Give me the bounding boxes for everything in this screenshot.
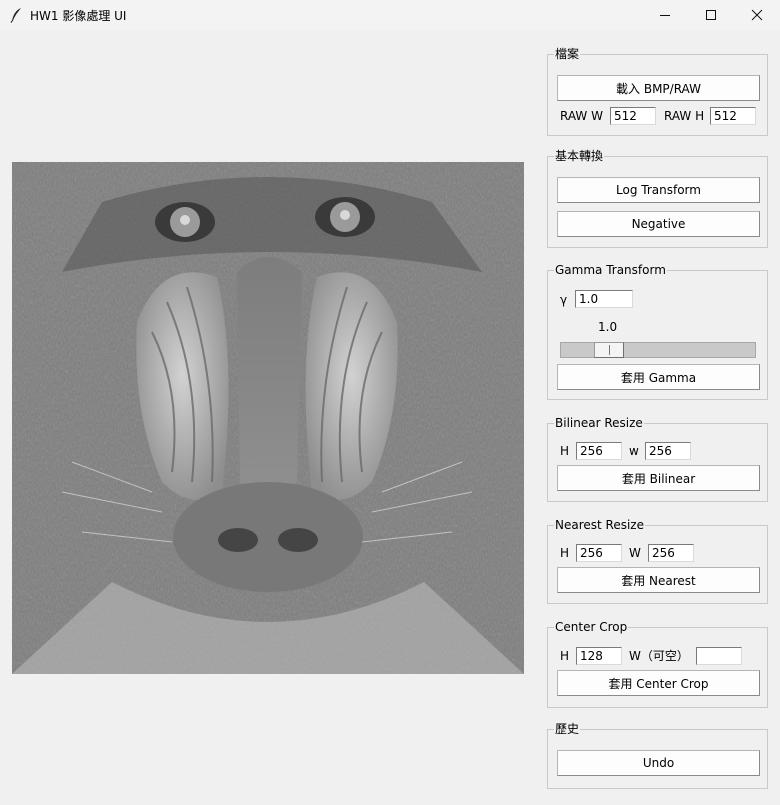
feather-icon bbox=[10, 7, 24, 23]
bilinear-group: Bilinear Resize H 256 w 256 套用 Bilinear bbox=[547, 416, 768, 502]
negative-button[interactable]: Negative bbox=[557, 211, 760, 237]
history-group-label: 歷史 bbox=[554, 722, 581, 736]
nearest-h-input[interactable]: 256 bbox=[576, 544, 622, 562]
bilinear-w-label: w bbox=[629, 444, 639, 458]
crop-w-label: W（可空） bbox=[629, 649, 689, 663]
gamma-group: Gamma Transform γ 1.0 1.0 套用 Gamma bbox=[547, 263, 768, 400]
bilinear-w-input[interactable]: 256 bbox=[645, 442, 691, 460]
load-bmp-raw-button[interactable]: 載入 BMP/RAW bbox=[557, 75, 760, 101]
history-group: 歷史 Undo bbox=[547, 722, 768, 789]
apply-bilinear-button[interactable]: 套用 Bilinear bbox=[557, 465, 760, 491]
raw-w-input[interactable]: 512 bbox=[610, 107, 656, 125]
nearest-w-label: W bbox=[629, 546, 641, 560]
apply-center-crop-button[interactable]: 套用 Center Crop bbox=[557, 670, 760, 696]
nearest-group-label: Nearest Resize bbox=[554, 518, 645, 532]
slider-grip-icon bbox=[609, 345, 610, 355]
bilinear-h-input[interactable]: 256 bbox=[576, 442, 622, 460]
gamma-input[interactable]: 1.0 bbox=[575, 290, 633, 308]
file-group-label: 檔案 bbox=[554, 47, 581, 61]
maximize-button[interactable] bbox=[688, 0, 734, 30]
mandrill-image bbox=[12, 162, 524, 674]
image-canvas bbox=[12, 162, 524, 674]
file-group: 檔案 載入 BMP/RAW RAW W 512 RAW H 512 bbox=[547, 47, 768, 136]
raw-w-label: RAW W bbox=[560, 109, 603, 123]
crop-w-input[interactable] bbox=[696, 647, 742, 665]
crop-h-label: H bbox=[560, 649, 570, 663]
center-crop-group-label: Center Crop bbox=[554, 620, 629, 634]
basic-transform-group-label: 基本轉換 bbox=[554, 149, 605, 163]
title-bar[interactable]: HW1 影像處理 UI bbox=[0, 0, 780, 30]
raw-h-input[interactable]: 512 bbox=[710, 107, 756, 125]
nearest-group: Nearest Resize H 256 W 256 套用 Nearest bbox=[547, 518, 768, 604]
gamma-symbol-label: γ bbox=[560, 293, 568, 307]
nearest-w-input[interactable]: 256 bbox=[648, 544, 694, 562]
basic-transform-group: 基本轉換 Log Transform Negative bbox=[547, 149, 768, 248]
apply-nearest-button[interactable]: 套用 Nearest bbox=[557, 567, 760, 593]
undo-button[interactable]: Undo bbox=[557, 750, 760, 776]
minimize-button[interactable] bbox=[642, 0, 688, 30]
gamma-group-label: Gamma Transform bbox=[554, 263, 667, 277]
crop-h-input[interactable]: 128 bbox=[576, 647, 622, 665]
close-button[interactable] bbox=[734, 0, 780, 30]
apply-gamma-button[interactable]: 套用 Gamma bbox=[557, 364, 760, 390]
center-crop-group: Center Crop H 128 W（可空） 套用 Center Crop bbox=[547, 620, 768, 708]
close-icon bbox=[751, 9, 763, 21]
gamma-slider-value: 1.0 bbox=[598, 320, 618, 334]
gamma-slider[interactable] bbox=[560, 342, 756, 358]
app-window: HW1 影像處理 UI 檔案 載入 BMP/RAW RAW W 512 RAW … bbox=[0, 0, 780, 805]
window-title: HW1 影像處理 UI bbox=[30, 9, 127, 23]
maximize-icon bbox=[706, 10, 716, 20]
gamma-slider-thumb[interactable] bbox=[594, 342, 624, 358]
bilinear-h-label: H bbox=[560, 444, 570, 458]
minimize-icon bbox=[660, 15, 670, 16]
log-transform-button[interactable]: Log Transform bbox=[557, 177, 760, 203]
raw-h-label: RAW H bbox=[664, 109, 705, 123]
nearest-h-label: H bbox=[560, 546, 570, 560]
bilinear-group-label: Bilinear Resize bbox=[554, 416, 644, 430]
